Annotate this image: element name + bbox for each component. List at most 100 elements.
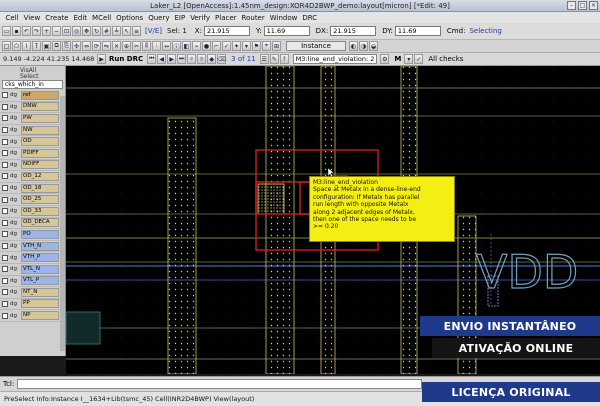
menu-window[interactable]: Window bbox=[267, 14, 300, 22]
menu-drc[interactable]: DRC bbox=[300, 14, 320, 22]
layer-visibility-checkbox[interactable] bbox=[2, 312, 8, 319]
zoom-out-icon[interactable]: − bbox=[52, 26, 61, 36]
layer-visibility-checkbox[interactable] bbox=[2, 208, 8, 215]
layer-row[interactable]: dg DNW bbox=[0, 102, 65, 114]
drc-run-icon[interactable]: ▶ bbox=[97, 54, 106, 64]
text-icon[interactable]: T bbox=[32, 41, 41, 51]
zoom-in-icon[interactable]: + bbox=[42, 26, 51, 36]
extra-icon-3[interactable]: ◒ bbox=[369, 41, 378, 51]
copy-icon[interactable]: ⎘ bbox=[62, 41, 71, 51]
error-info-icon[interactable]: ? bbox=[279, 54, 289, 64]
merge-icon[interactable]: ⊕ bbox=[122, 41, 131, 51]
layer-row[interactable]: dg PP bbox=[0, 299, 65, 311]
layer-row[interactable]: dg PO bbox=[0, 229, 65, 241]
layer-visibility-checkbox[interactable] bbox=[2, 92, 8, 99]
layout-canvas[interactable]: VDD M3:line_end_violation Space at Metal… bbox=[66, 66, 600, 374]
ruler-icon[interactable]: ╧ bbox=[112, 26, 121, 36]
menu-query[interactable]: Query bbox=[146, 14, 172, 22]
next-error-icon[interactable]: ▶ bbox=[167, 54, 177, 64]
layer-row[interactable]: dg VTL_N bbox=[0, 264, 65, 276]
property-icon[interactable]: ⓘ bbox=[172, 41, 181, 51]
layer-visibility-checkbox[interactable] bbox=[2, 173, 8, 180]
check-scope[interactable]: All checks bbox=[428, 55, 463, 63]
layer-visibility-checkbox[interactable] bbox=[2, 219, 8, 226]
layer-row[interactable]: dg PDIFF bbox=[0, 148, 65, 160]
layer-visibility-checkbox[interactable] bbox=[2, 150, 8, 157]
error-detail-icon[interactable]: ✎ bbox=[269, 54, 279, 64]
move-icon[interactable]: ✣ bbox=[72, 41, 81, 51]
delete-icon[interactable]: ✕ bbox=[112, 41, 121, 51]
layer-row[interactable]: dg VTH_P bbox=[0, 252, 65, 264]
prev-error-icon[interactable]: ◀ bbox=[157, 54, 167, 64]
undo-icon[interactable]: ↶ bbox=[22, 26, 31, 36]
net-icon[interactable]: ⌁ bbox=[192, 41, 201, 51]
layer-visibility-checkbox[interactable] bbox=[2, 289, 8, 296]
layer-visibility-checkbox[interactable] bbox=[2, 300, 8, 307]
instance-icon[interactable]: ⧉ bbox=[52, 41, 61, 51]
layer-row[interactable]: dg PW bbox=[0, 113, 65, 125]
refresh-icon[interactable]: ↻ bbox=[92, 26, 101, 36]
zoom-area-icon[interactable]: ◎ bbox=[72, 26, 81, 36]
minimize-icon[interactable]: – bbox=[567, 1, 576, 10]
layer-row[interactable]: dg NT_N bbox=[0, 287, 65, 299]
layer-visibility-checkbox[interactable] bbox=[2, 254, 8, 261]
pin-icon[interactable]: ● bbox=[202, 41, 211, 51]
measure-icon[interactable]: ↔ bbox=[162, 41, 171, 51]
layer-row[interactable]: dg VTH_N bbox=[0, 241, 65, 253]
filter-icon[interactable]: ▾ bbox=[242, 41, 251, 51]
last-error-icon[interactable]: ⏭ bbox=[177, 54, 187, 64]
layer-row[interactable]: dg NDIFF bbox=[0, 160, 65, 172]
layer-row[interactable]: dg ref bbox=[0, 90, 65, 102]
menu-placer[interactable]: Placer bbox=[213, 14, 240, 22]
menu-mcell[interactable]: MCell bbox=[90, 14, 114, 22]
stretch-icon[interactable]: ⇔ bbox=[82, 41, 91, 51]
menu-options[interactable]: Options bbox=[114, 14, 146, 22]
layer-panel-scrollbar[interactable] bbox=[60, 96, 65, 351]
object-type-select[interactable]: Instance bbox=[286, 41, 346, 51]
path-icon[interactable]: ⌇ bbox=[22, 41, 31, 51]
layer-visibility-checkbox[interactable] bbox=[2, 266, 8, 273]
highlight-icon[interactable]: ✦ bbox=[232, 41, 241, 51]
redo-icon[interactable]: ↷ bbox=[32, 26, 41, 36]
save-icon[interactable]: ▪ bbox=[12, 26, 21, 36]
layer-row[interactable]: dg OD_33 bbox=[0, 206, 65, 218]
close-icon[interactable]: × bbox=[589, 1, 598, 10]
zoom-fit-icon[interactable]: ⊡ bbox=[62, 26, 71, 36]
menu-view[interactable]: View bbox=[21, 14, 43, 22]
layer-row[interactable]: dg VTL_P bbox=[0, 276, 65, 288]
hierarchy-icon[interactable]: ≡ bbox=[132, 26, 141, 36]
tcl-input[interactable] bbox=[17, 379, 423, 389]
menu-cell[interactable]: Cell bbox=[3, 14, 21, 22]
layer-row[interactable]: dg NP bbox=[0, 310, 65, 322]
extra-icon-1[interactable]: ◐ bbox=[349, 41, 358, 51]
settings-icon[interactable]: ⚙ bbox=[380, 54, 390, 64]
pan-icon[interactable]: ✥ bbox=[82, 26, 91, 36]
marker-icon[interactable]: ◆ bbox=[207, 54, 217, 64]
layer-row[interactable]: dg OD_18 bbox=[0, 183, 65, 195]
split-icon[interactable]: ⫼ bbox=[142, 41, 151, 51]
layer-row[interactable]: dg OD_DECA bbox=[0, 218, 65, 230]
layer-visibility-checkbox[interactable] bbox=[2, 103, 8, 110]
zoom-error-icon[interactable]: ⌕ bbox=[187, 54, 197, 64]
route-icon[interactable]: ⌐ bbox=[212, 41, 221, 51]
layer-visibility-checkbox[interactable] bbox=[2, 196, 8, 203]
probe-icon[interactable]: ⌖ bbox=[262, 41, 271, 51]
checks-icon[interactable]: ✓ bbox=[414, 54, 424, 64]
snap-icon[interactable]: ⊞ bbox=[272, 41, 281, 51]
run-drc-button[interactable]: Run DRC bbox=[109, 55, 143, 63]
extra-icon-2[interactable]: ◑ bbox=[359, 41, 368, 51]
cut-icon[interactable]: ✂ bbox=[132, 41, 141, 51]
layer-visibility-checkbox[interactable] bbox=[2, 127, 8, 134]
layer-visibility-checkbox[interactable] bbox=[2, 277, 8, 284]
layer-visibility-checkbox[interactable] bbox=[2, 231, 8, 238]
layer-visibility-checkbox[interactable] bbox=[2, 185, 8, 192]
layer-row[interactable]: dg OD_25 bbox=[0, 194, 65, 206]
layer-row[interactable]: dg NW bbox=[0, 125, 65, 137]
layer-icon[interactable]: ◧ bbox=[182, 41, 191, 51]
error-list-icon[interactable]: ☰ bbox=[259, 54, 269, 64]
menu-edit[interactable]: Edit bbox=[71, 14, 90, 22]
via-icon[interactable]: ▣ bbox=[42, 41, 51, 51]
rotate-icon[interactable]: ⟳ bbox=[92, 41, 101, 51]
menu-verify[interactable]: Verify bbox=[188, 14, 213, 22]
select-icon[interactable]: ↖ bbox=[122, 26, 131, 36]
